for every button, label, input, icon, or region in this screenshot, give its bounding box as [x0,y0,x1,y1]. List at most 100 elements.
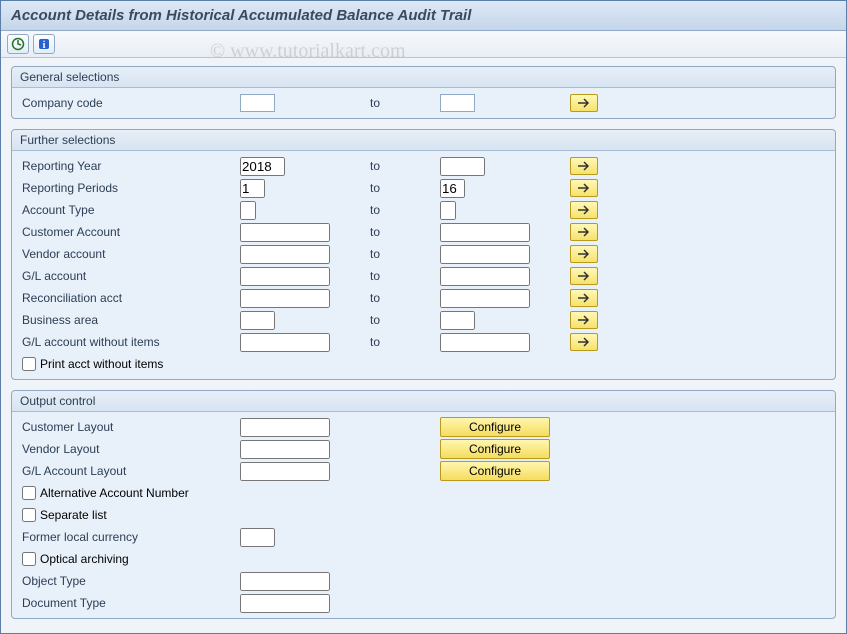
to-label: to [370,291,440,305]
business-area-to[interactable] [440,311,475,330]
configure-customer-layout[interactable]: Configure [440,417,550,437]
title-bar: Account Details from Historical Accumula… [1,1,846,31]
customer-layout-field[interactable] [240,418,330,437]
reconciliation-from[interactable] [240,289,330,308]
multi-select-reporting-year[interactable] [570,157,598,175]
group-header: General selections [12,67,835,88]
to-label: to [370,269,440,283]
row-company-code: Company code to [20,92,827,114]
group-header: Output control [12,391,835,412]
clock-run-icon [11,37,25,51]
label-reporting-year: Reporting Year [20,159,240,173]
multi-select-reconciliation[interactable] [570,289,598,307]
reporting-year-to[interactable] [440,157,485,176]
multi-select-gl-no-items[interactable] [570,333,598,351]
separate-list-checkbox[interactable] [22,508,36,522]
group-general-selections: General selections Company code to [11,66,836,119]
row-print-no-items: Print acct without items [20,353,827,375]
label-former-currency: Former local currency [20,530,240,544]
arrow-right-icon [577,227,591,237]
multi-select-account-type[interactable] [570,201,598,219]
page-title: Account Details from Historical Accumula… [11,7,471,24]
content: General selections Company code to Furth… [1,58,846,621]
gl-no-items-from[interactable] [240,333,330,352]
to-label: to [370,225,440,239]
document-type-field[interactable] [240,594,330,613]
execute-button[interactable] [7,34,29,54]
arrow-right-icon [577,271,591,281]
gl-account-to[interactable] [440,267,530,286]
label-optical-archiving: Optical archiving [40,552,129,566]
label-reconciliation-acct: Reconciliation acct [20,291,240,305]
to-label: to [370,181,440,195]
info-icon: i [37,37,51,51]
label-separate-list: Separate list [40,508,107,522]
label-customer-layout: Customer Layout [20,420,240,434]
company-code-to[interactable] [440,94,475,112]
optical-archiving-checkbox[interactable] [22,552,36,566]
multi-select-gl-account[interactable] [570,267,598,285]
group-output-control: Output control Customer LayoutConfigure … [11,390,836,619]
print-no-items-checkbox[interactable] [22,357,36,371]
object-type-field[interactable] [240,572,330,591]
label-reporting-periods: Reporting Periods [20,181,240,195]
alt-account-checkbox[interactable] [22,486,36,500]
label-customer-account: Customer Account [20,225,240,239]
vendor-account-from[interactable] [240,245,330,264]
label-print-no-items: Print acct without items [40,357,163,371]
vendor-account-to[interactable] [440,245,530,264]
company-code-from[interactable] [240,94,275,112]
multi-select-reporting-periods[interactable] [570,179,598,197]
gl-no-items-to[interactable] [440,333,530,352]
customer-account-to[interactable] [440,223,530,242]
group-further-selections: Further selections Reporting Year to Repo… [11,129,836,380]
gl-layout-field[interactable] [240,462,330,481]
label-account-type: Account Type [20,203,240,217]
multi-select-vendor-account[interactable] [570,245,598,263]
to-label: to [370,247,440,261]
to-label: to [370,203,440,217]
configure-gl-layout[interactable]: Configure [440,461,550,481]
configure-vendor-layout[interactable]: Configure [440,439,550,459]
svg-text:i: i [43,40,46,51]
label-gl-account: G/L account [20,269,240,283]
to-label: to [370,96,440,110]
reporting-year-from[interactable] [240,157,285,176]
arrow-right-icon [577,315,591,325]
arrow-right-icon [577,337,591,347]
arrow-right-icon [577,98,591,108]
business-area-from[interactable] [240,311,275,330]
former-currency-field[interactable] [240,528,275,547]
to-label: to [370,159,440,173]
label-vendor-layout: Vendor Layout [20,442,240,456]
label-business-area: Business area [20,313,240,327]
gl-account-from[interactable] [240,267,330,286]
reporting-periods-to[interactable] [440,179,465,198]
group-header: Further selections [12,130,835,151]
multi-select-company-code[interactable] [570,94,598,112]
label-object-type: Object Type [20,574,240,588]
label-gl-no-items: G/L account without items [20,335,240,349]
arrow-right-icon [577,183,591,193]
reporting-periods-from[interactable] [240,179,265,198]
multi-select-customer-account[interactable] [570,223,598,241]
toolbar: i [1,31,846,58]
info-button[interactable]: i [33,34,55,54]
reconciliation-to[interactable] [440,289,530,308]
label-gl-layout: G/L Account Layout [20,464,240,478]
label-company-code: Company code [20,96,240,110]
arrow-right-icon [577,249,591,259]
multi-select-business-area[interactable] [570,311,598,329]
label-vendor-account: Vendor account [20,247,240,261]
customer-account-from[interactable] [240,223,330,242]
label-document-type: Document Type [20,596,240,610]
account-type-to[interactable] [440,201,456,220]
arrow-right-icon [577,293,591,303]
arrow-right-icon [577,205,591,215]
vendor-layout-field[interactable] [240,440,330,459]
label-alt-account: Alternative Account Number [40,486,189,500]
to-label: to [370,335,440,349]
to-label: to [370,313,440,327]
arrow-right-icon [577,161,591,171]
account-type-from[interactable] [240,201,256,220]
